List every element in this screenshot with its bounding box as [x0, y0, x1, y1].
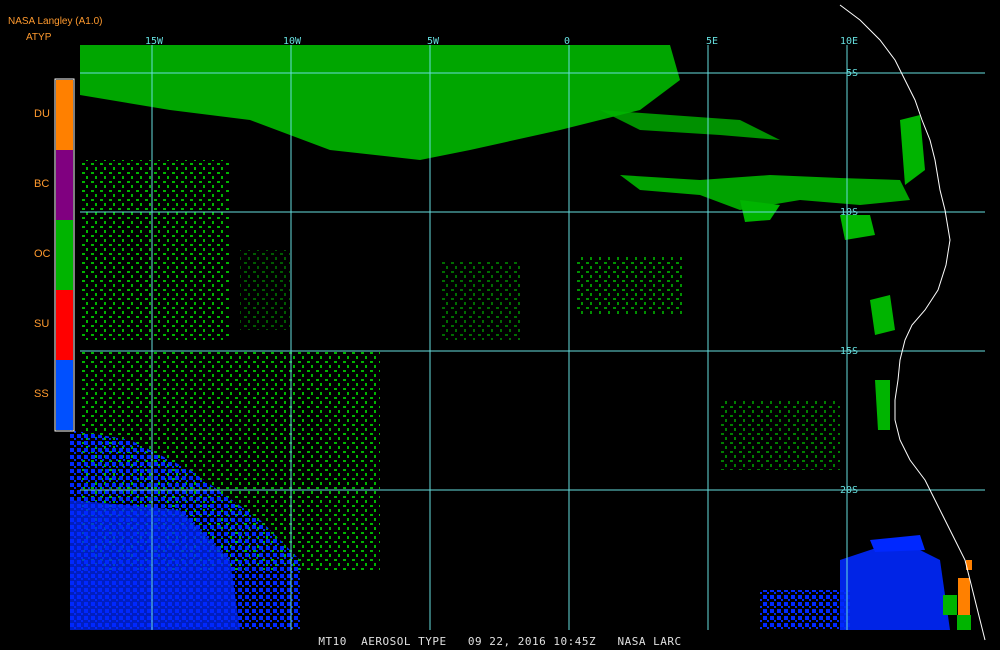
lat-label-10s: 10S	[840, 207, 858, 218]
source-title: NASA Langley (A1.0)	[8, 16, 103, 27]
aerosol-type-map: 15W 10W 5W 0 5E 10E 5S 10S 15S 20S	[0, 0, 1000, 650]
legend-swatch-ss	[56, 360, 73, 430]
legend-swatch-du	[56, 80, 73, 150]
legend-colorbar	[54, 78, 75, 432]
legend-swatch-su	[56, 290, 73, 360]
product-code: ATYP	[26, 32, 52, 43]
lon-label-10e: 10E	[840, 36, 858, 47]
lat-label-5s: 5S	[846, 68, 858, 79]
lon-label-10w: 10W	[283, 36, 302, 47]
legend-label-ss: SS	[34, 388, 49, 400]
legend-label-bc: BC	[34, 178, 50, 190]
lon-label-5e: 5E	[706, 36, 718, 47]
legend-label-oc: OC	[34, 248, 51, 260]
legend-swatch-oc	[56, 220, 73, 290]
lon-label-0: 0	[564, 36, 570, 47]
lon-label-5w: 5W	[427, 36, 440, 47]
legend-swatch-bc	[56, 150, 73, 220]
legend-label-du: DU	[34, 108, 50, 120]
footer-caption: MT10 AEROSOL TYPE 09 22, 2016 10:45Z NAS…	[318, 635, 682, 648]
lon-label-15w: 15W	[145, 36, 164, 47]
lat-label-20s: 20S	[840, 485, 858, 496]
legend-label-su: SU	[34, 318, 50, 330]
lat-label-15s: 15S	[840, 346, 858, 357]
